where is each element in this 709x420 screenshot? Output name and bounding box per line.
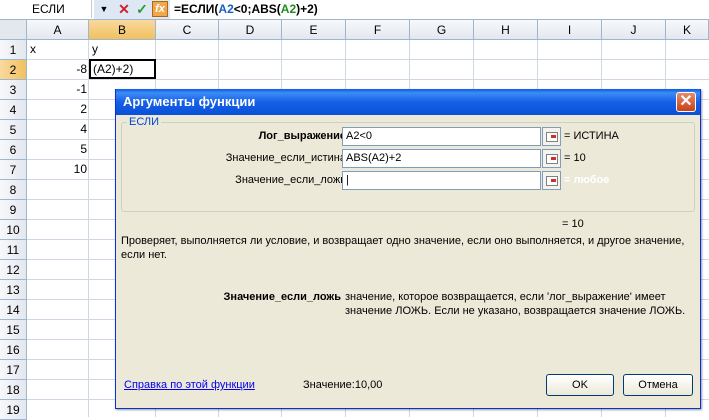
row-header-10[interactable]: 10	[0, 220, 27, 240]
arguments-group: ЕСЛИ Лог_выражение A2<0 = ИСТИНА Значени…	[121, 115, 695, 212]
help-link[interactable]: Справка по этой функции	[124, 378, 255, 392]
column-header-f[interactable]: F	[346, 20, 410, 40]
row-header-19[interactable]: 19	[0, 400, 27, 420]
formula-text-mid: <0;ABS(	[233, 2, 281, 16]
column-header-g[interactable]: G	[410, 20, 474, 40]
ok-button[interactable]: OK	[546, 374, 614, 396]
cell-a2[interactable]: -8	[28, 60, 87, 79]
function-name-label: ЕСЛИ	[127, 115, 162, 129]
arg-result-logical-test: = ИСТИНА	[564, 130, 619, 142]
arg-result-value-if-true: = 10	[564, 152, 586, 164]
row-header-15[interactable]: 15	[0, 320, 27, 340]
function-description: Проверяет, выполняется ли условие, и воз…	[121, 235, 685, 261]
cell-a3[interactable]: -1	[28, 80, 87, 99]
value-if-true-input[interactable]: ABS(A2)+2	[342, 149, 541, 168]
logical-test-input[interactable]: A2<0	[342, 127, 541, 146]
argument-description-text: значение, которое возвращается, если 'ло…	[345, 291, 686, 317]
column-header-k[interactable]: K	[666, 20, 709, 40]
argument-description-name: Значение_если_ложь	[223, 291, 341, 303]
row-header-5[interactable]: 5	[0, 120, 27, 140]
column-header-i[interactable]: I	[538, 20, 602, 40]
row-header-18[interactable]: 18	[0, 380, 27, 400]
row-header-9[interactable]: 9	[0, 200, 27, 220]
row-header-3[interactable]: 3	[0, 80, 27, 100]
cancel-button[interactable]: Отмена	[623, 374, 693, 396]
formula-bar: ЕСЛИ ▼ ✕ ✓ fx =ЕСЛИ(A2<0;ABS(A2)+2)	[0, 0, 709, 20]
column-header-e[interactable]: E	[282, 20, 346, 40]
cell-a4[interactable]: 2	[28, 100, 87, 119]
row-header-13[interactable]: 13	[0, 280, 27, 300]
arg-label-value-if-true: Значение_если_истина	[225, 152, 346, 164]
cell-a1[interactable]: x	[30, 40, 36, 59]
formula-result: = 10	[562, 218, 584, 230]
cell-a6[interactable]: 5	[28, 140, 87, 159]
collapse-dialog-icon	[546, 132, 558, 142]
arg-result-value-if-false: = любое	[564, 174, 610, 186]
column-header-c[interactable]: C	[156, 20, 219, 40]
row-header-14[interactable]: 14	[0, 300, 27, 320]
function-arguments-dialog: Аргументы функции ✕ ЕСЛИ Лог_выражение A…	[115, 89, 701, 409]
grid-line	[88, 40, 89, 417]
row-header-1[interactable]: 1	[0, 40, 27, 60]
row-header-2[interactable]: 2	[0, 60, 27, 80]
dialog-title: Аргументы функции	[123, 94, 256, 109]
formula-input[interactable]: =ЕСЛИ(A2<0;ABS(A2)+2)	[174, 0, 318, 19]
column-header-b[interactable]: B	[89, 20, 156, 40]
text-cursor: |	[346, 174, 349, 186]
row-header-6[interactable]: 6	[0, 140, 27, 160]
row-header-17[interactable]: 17	[0, 360, 27, 380]
row-header-12[interactable]: 12	[0, 260, 27, 280]
formula-text-start: =ЕСЛИ(	[174, 2, 219, 16]
formula-ref-2: A2	[280, 2, 297, 16]
enter-icon[interactable]: ✓	[134, 1, 150, 17]
arg-label-logical-test: Лог_выражение	[258, 130, 346, 142]
name-box[interactable]: ЕСЛИ	[0, 0, 92, 18]
column-header-d[interactable]: D	[219, 20, 282, 40]
collapse-dialog-icon	[546, 176, 558, 186]
row-header-8[interactable]: 8	[0, 180, 27, 200]
value-label: Значение:	[303, 379, 355, 391]
formula-text-end: )+2)	[296, 2, 318, 16]
select-all-corner[interactable]	[0, 20, 27, 40]
collapse-dialog-icon	[546, 154, 558, 164]
row-header-11[interactable]: 11	[0, 240, 27, 260]
collapse-dialog-button[interactable]	[542, 127, 561, 146]
active-cell-b2[interactable]: (A2)+2)	[89, 59, 156, 79]
row-header-4[interactable]: 4	[0, 100, 27, 120]
cell-b1[interactable]: y	[92, 40, 98, 59]
collapse-dialog-button[interactable]	[542, 171, 561, 190]
insert-function-icon[interactable]: fx	[152, 1, 168, 17]
value-readout: Значение:10,00	[303, 378, 382, 392]
dialog-title-bar[interactable]: Аргументы функции ✕	[116, 89, 700, 115]
row-header-7[interactable]: 7	[0, 160, 27, 180]
cell-a7[interactable]: 10	[28, 160, 87, 179]
collapse-dialog-button[interactable]	[542, 149, 561, 168]
column-header-j[interactable]: J	[602, 20, 666, 40]
column-header-a[interactable]: A	[27, 20, 89, 40]
close-icon[interactable]: ✕	[676, 92, 696, 112]
cell-a5[interactable]: 4	[28, 120, 87, 139]
formula-bar-buttons: ▼ ✕ ✓ fx	[94, 0, 170, 19]
value-number: 10,00	[354, 379, 383, 391]
cancel-icon[interactable]: ✕	[116, 1, 132, 17]
formula-ref-1: A2	[218, 2, 234, 16]
row-header-16[interactable]: 16	[0, 340, 27, 360]
arg-label-value-if-false: Значение_если_ложь	[235, 174, 346, 186]
grid-line	[27, 79, 709, 80]
dropdown-icon[interactable]: ▼	[96, 1, 112, 17]
value-if-false-input[interactable]: |	[342, 171, 541, 190]
column-header-h[interactable]: H	[474, 20, 538, 40]
cell-b2-content: (A2)+2)	[93, 62, 134, 76]
